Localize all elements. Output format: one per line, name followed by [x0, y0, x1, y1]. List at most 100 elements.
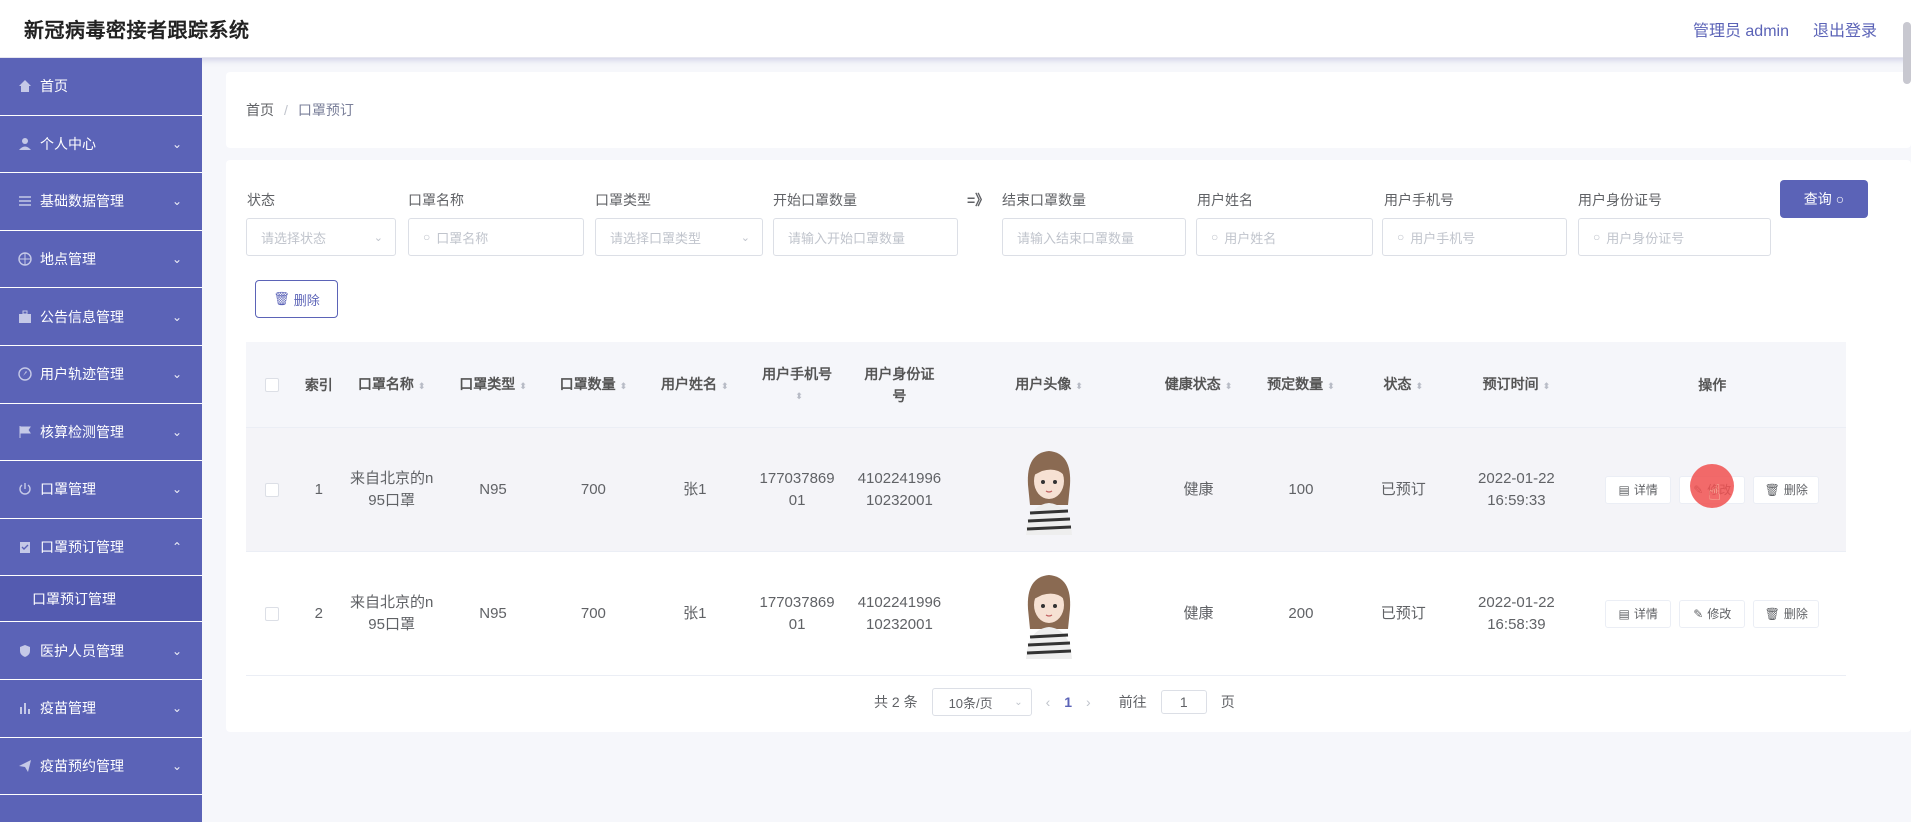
user-name-input[interactable]: ○ 用户姓名: [1196, 218, 1373, 256]
sort-icon: ⬍: [1327, 380, 1335, 391]
chevron-up-icon: ⌃: [171, 540, 182, 555]
col-header-mask-qty[interactable]: 口罩数量 ⬍: [543, 373, 643, 397]
sidebar-item-medical-staff[interactable]: 医护人员管理 ⌄: [0, 622, 202, 680]
prev-page-icon[interactable]: ‹: [1046, 694, 1051, 710]
status-select[interactable]: 请选择状态 ⌄: [246, 218, 396, 256]
sort-icon: ⬍: [1224, 380, 1233, 391]
col-header-avatar[interactable]: 用户头像 ⬍: [951, 373, 1148, 397]
sidebar-item-label: 口罩预订管理: [40, 539, 124, 556]
cell-time: 2022-01-22 16:58:39: [1478, 593, 1555, 633]
cell-user-name: 张1: [683, 604, 707, 622]
sidebar-item-label: 公告信息管理: [40, 308, 124, 325]
end-qty-input[interactable]: 请输入结束口罩数量: [1002, 218, 1186, 256]
mask-type-select[interactable]: 请选择口罩类型 ⌄: [595, 218, 763, 256]
sidebar-item-vaccine[interactable]: 疫苗管理 ⌄: [0, 680, 202, 738]
admin-user-link[interactable]: 管理员 admin: [1693, 17, 1789, 41]
cell-avatar: [951, 445, 1148, 535]
window-scrollbar[interactable]: [1903, 22, 1911, 84]
chevron-down-icon: ⌄: [740, 231, 750, 244]
sidebar-subitem-mask-reservation[interactable]: 口罩预订管理: [0, 576, 202, 623]
col-header-time[interactable]: 预订时间 ⬍: [1454, 373, 1578, 397]
sidebar-item-mask-reservation[interactable]: 口罩预订管理 ⌃: [0, 519, 202, 577]
breadcrumb-home[interactable]: 首页: [246, 100, 274, 120]
detail-button[interactable]: ▤ 详情: [1605, 599, 1672, 628]
sidebar-item-label: 医护人员管理: [40, 642, 124, 659]
sidebar-item-label: 地点管理: [40, 251, 96, 268]
search-icon: ○: [1835, 191, 1845, 207]
sidebar-item-label: 基础数据管理: [40, 193, 124, 210]
goto-page-input[interactable]: 1: [1160, 690, 1207, 714]
page-size-select[interactable]: 10条/页 ⌄: [931, 688, 1032, 716]
sidebar-item-home[interactable]: 首页: [0, 58, 202, 116]
sidebar-item-vaccine-appointment[interactable]: 疫苗预约管理 ⌄: [0, 738, 202, 796]
cell-health: 健康: [1183, 480, 1214, 498]
page-number-1[interactable]: 1: [1064, 694, 1072, 710]
batch-delete-button[interactable]: 🗑 删除: [255, 280, 338, 318]
trash-icon: 🗑: [1764, 482, 1780, 497]
sidebar-item-label: 核算检测管理: [40, 423, 124, 440]
status-placeholder: 请选择状态: [261, 230, 327, 246]
sidebar-item-testing[interactable]: 核算检测管理 ⌄: [0, 404, 202, 462]
start-qty-input[interactable]: 请输入开始口罩数量: [773, 218, 958, 256]
user-phone-input[interactable]: ○ 用户手机号: [1382, 218, 1567, 256]
sidebar-item-location[interactable]: 地点管理 ⌄: [0, 231, 202, 289]
pagination: 共 2 条 10条/页 ⌄ ‹ 1 › 前往 1 页: [874, 688, 1235, 716]
sort-icon: ⬍: [619, 380, 628, 391]
sort-icon: ⬍: [1542, 380, 1551, 391]
sidebar-item-basic-data[interactable]: 基础数据管理 ⌄: [0, 173, 202, 231]
select-all-checkbox[interactable]: [264, 377, 279, 392]
sidebar-item-personal-center[interactable]: 个人中心 ⌄: [0, 116, 202, 174]
chevron-down-icon: ⌄: [171, 252, 182, 267]
col-header-reserved-qty[interactable]: 预定数量 ⬍: [1250, 373, 1352, 397]
table-header: 索引 口罩名称 ⬍ 口罩类型 ⬍ 口罩数量 ⬍ 用户姓名 ⬍ 用户手机号 ⬍ 用户身份证号…: [246, 342, 1846, 428]
col-header-status[interactable]: 状态 ⬍: [1352, 373, 1454, 397]
briefcase-icon: [16, 308, 34, 326]
app-title: 新冠病毒密接者跟踪系统: [24, 20, 250, 42]
delete-button[interactable]: 🗑 删除: [1753, 475, 1820, 504]
sidebar-item-mask[interactable]: 口罩管理 ⌄: [0, 461, 202, 519]
flag-icon: [16, 423, 34, 441]
end-qty-placeholder: 请输入结束口罩数量: [1017, 230, 1135, 246]
col-header-phone[interactable]: 用户手机号 ⬍: [746, 363, 848, 407]
sidebar-subitem-label: 口罩预订管理: [32, 590, 116, 607]
sort-icon: ⬍: [417, 380, 426, 391]
bar-chart-icon: [16, 699, 34, 717]
col-header-mask-name[interactable]: 口罩名称 ⬍: [340, 373, 442, 397]
cell-mask-name: 来自北京的n95口罩: [349, 593, 434, 633]
table-row: 2 来自北京的n95口罩 N95 700 张1 17703786901 4102…: [246, 552, 1846, 676]
trash-icon: 🗑: [1764, 606, 1780, 621]
sidebar-item-label: 个人中心: [40, 135, 96, 152]
sidebar: 首页 个人中心 ⌄ 基础数据管理 ⌄ 地点管理 ⌄ 公告信息管理 ⌄ 用户轨迹管…: [0, 58, 202, 822]
sort-icon: ⬍: [720, 380, 729, 391]
delete-button[interactable]: 🗑 删除: [1753, 599, 1820, 628]
sidebar-item-trajectory[interactable]: 用户轨迹管理 ⌄: [0, 346, 202, 404]
user-id-input[interactable]: ○ 用户身份证号: [1578, 218, 1771, 256]
cell-id-card: 410224199610232001: [857, 469, 942, 509]
chevron-down-icon: ⌄: [171, 643, 182, 658]
row-checkbox[interactable]: [264, 606, 279, 621]
user-avatar-image: [1025, 574, 1072, 659]
col-header-user-name[interactable]: 用户姓名 ⬍: [644, 373, 746, 397]
col-header-health[interactable]: 健康状态 ⬍: [1147, 373, 1249, 397]
col-header-index: 索引: [304, 376, 333, 393]
detail-button[interactable]: ▤ 详情: [1605, 475, 1672, 504]
cell-health: 健康: [1183, 604, 1214, 622]
user-name-label: 用户姓名: [1197, 192, 1253, 208]
next-page-icon[interactable]: ›: [1086, 694, 1091, 710]
col-header-mask-type[interactable]: 口罩类型 ⬍: [443, 373, 543, 397]
sidebar-item-notice[interactable]: 公告信息管理 ⌄: [0, 288, 202, 346]
start-qty-label: 开始口罩数量: [773, 192, 857, 208]
user-phone-placeholder: 用户手机号: [1410, 230, 1476, 246]
chevron-down-icon: ⌄: [171, 424, 182, 439]
mask-name-input[interactable]: ○ 口罩名称: [408, 218, 584, 256]
row-checkbox[interactable]: [264, 482, 279, 497]
col-header-id-card[interactable]: 用户身份证号: [848, 363, 950, 407]
logout-link[interactable]: 退出登录: [1813, 17, 1877, 41]
top-header: 新冠病毒密接者跟踪系统 管理员 admin 退出登录: [0, 0, 1911, 58]
user-id-placeholder: 用户身份证号: [1606, 230, 1685, 246]
cell-status: 已预订: [1380, 604, 1426, 622]
send-icon: [16, 757, 34, 775]
query-button[interactable]: 查询 ○: [1780, 180, 1868, 218]
mask-name-label: 口罩名称: [408, 192, 464, 208]
edit-button[interactable]: ✎修改: [1679, 599, 1746, 628]
